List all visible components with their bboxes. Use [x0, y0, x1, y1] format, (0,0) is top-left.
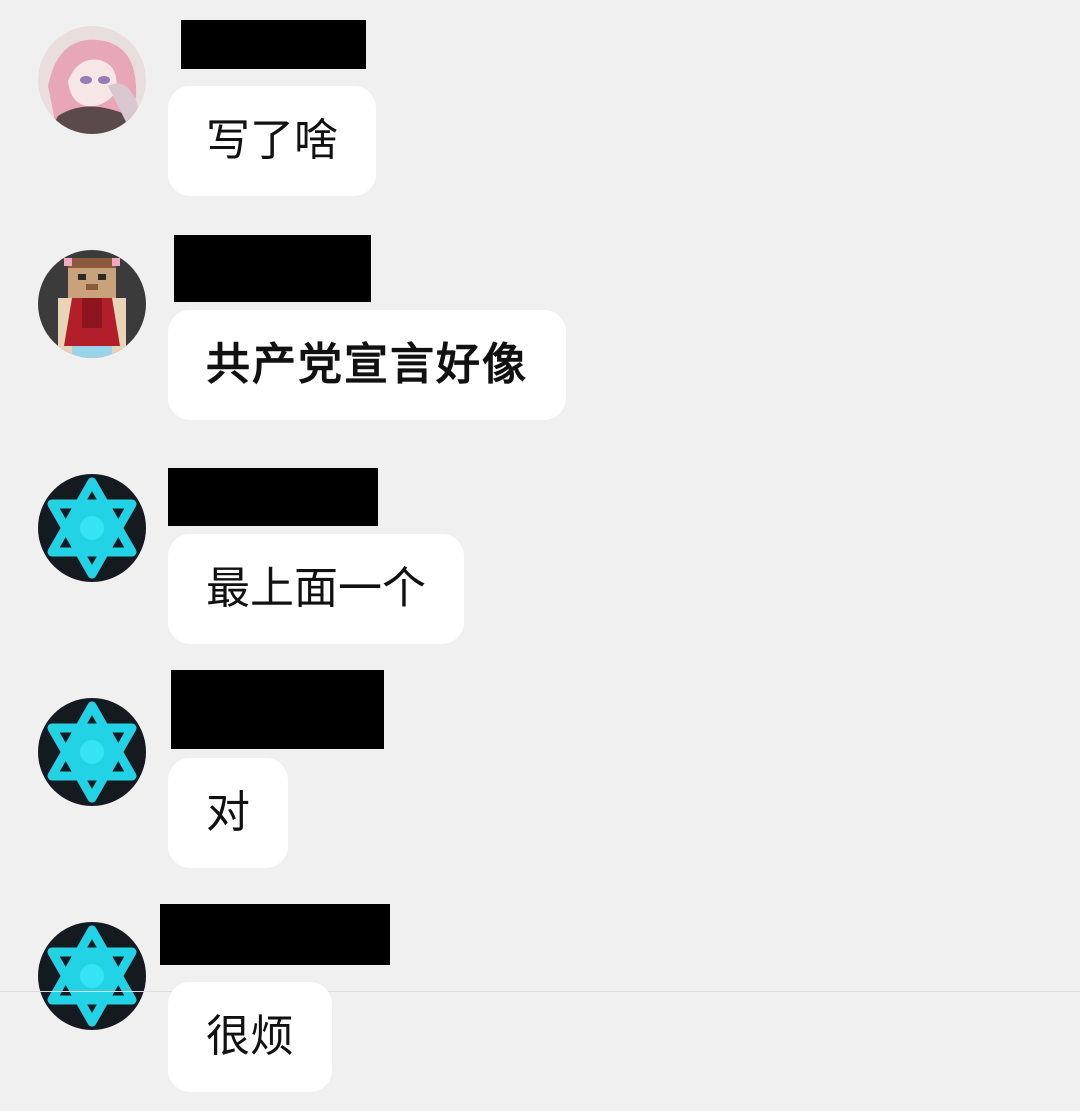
message-text: 对 — [206, 787, 250, 838]
message-text: 写了啥 — [206, 115, 338, 166]
chat-message-list: 写了啥 共产党宣言好像 最上面一个 对 很烦 — [0, 0, 1080, 1111]
hexagram-avatar-image — [38, 698, 146, 806]
sender-name-redacted — [168, 468, 378, 526]
avatar-hexagram[interactable] — [38, 474, 146, 582]
sender-name-redacted — [181, 20, 366, 69]
message-text: 最上面一个 — [206, 563, 426, 614]
avatar-hexagram[interactable] — [38, 698, 146, 806]
message-bubble[interactable]: 对 — [168, 758, 288, 868]
pixel-character-avatar-image — [38, 250, 146, 358]
anime-girl-avatar-image — [38, 26, 146, 134]
avatar-pixel-character[interactable] — [38, 250, 146, 358]
hexagram-avatar-image — [38, 474, 146, 582]
avatar-anime-girl[interactable] — [38, 26, 146, 134]
message-text: 很烦 — [206, 1011, 294, 1062]
sender-name-redacted — [174, 235, 371, 302]
message-bubble[interactable]: 写了啥 — [168, 86, 376, 196]
hexagram-avatar-image — [38, 922, 146, 1030]
sender-name-redacted — [171, 670, 384, 749]
sender-name-redacted — [160, 904, 390, 965]
message-text: 共产党宣言好像 — [206, 339, 528, 390]
message-bubble[interactable]: 最上面一个 — [168, 534, 464, 644]
message-bubble[interactable]: 很烦 — [168, 982, 332, 1092]
avatar-hexagram[interactable] — [38, 922, 146, 1030]
divider-line — [0, 991, 1080, 992]
message-bubble[interactable]: 共产党宣言好像 — [168, 310, 566, 420]
